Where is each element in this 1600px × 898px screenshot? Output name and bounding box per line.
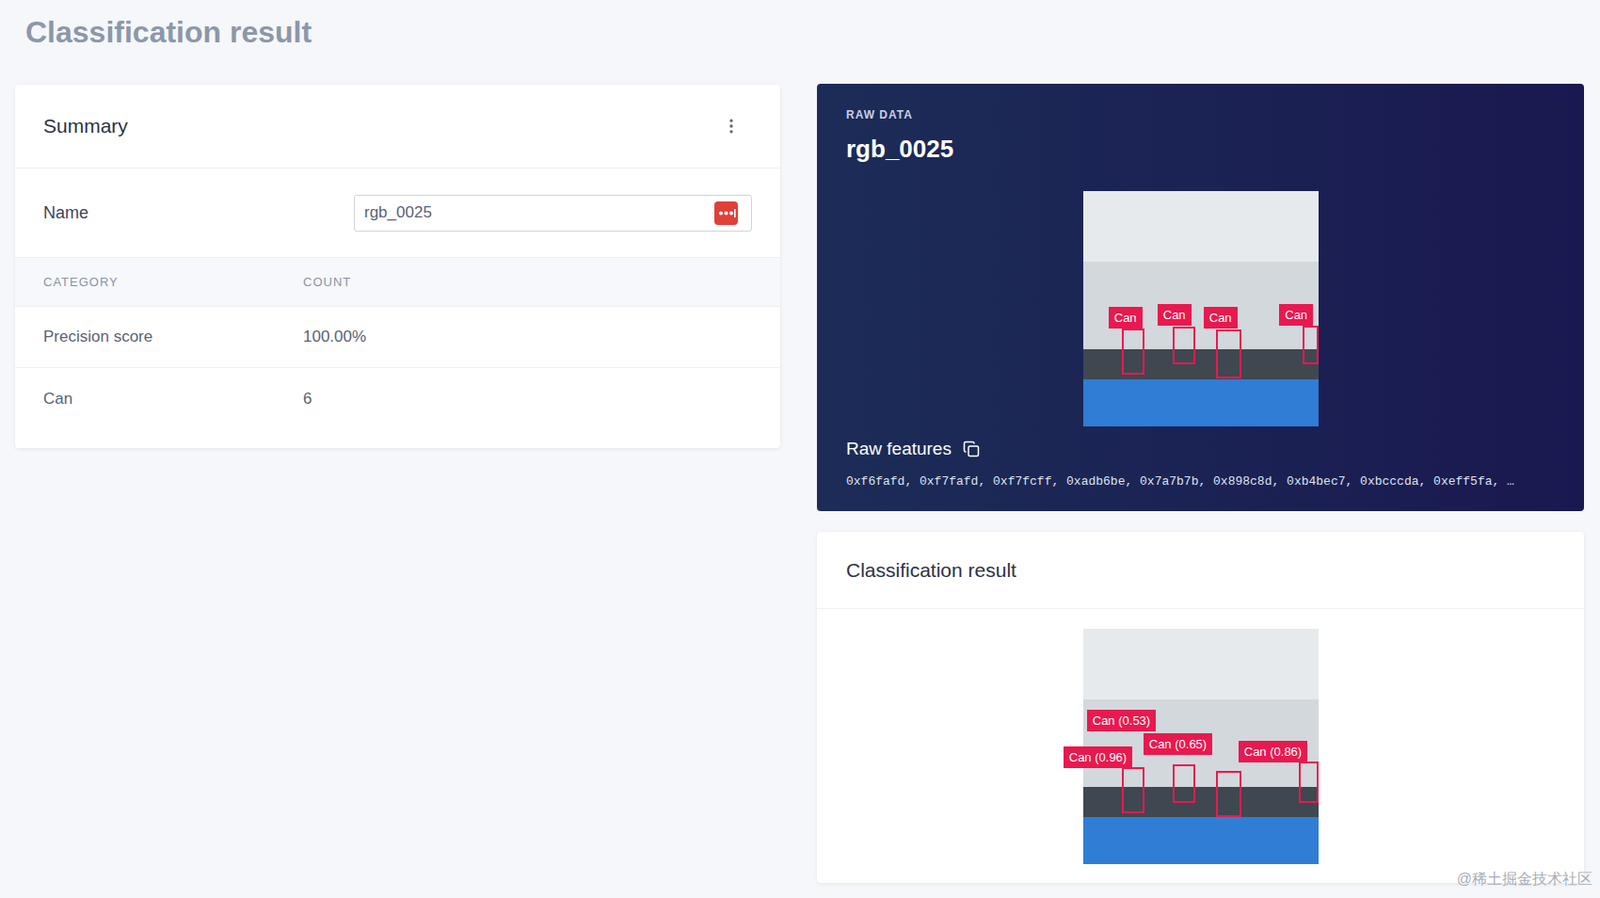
box-label: Can (0.96) — [1063, 746, 1133, 768]
bounding-box — [1302, 325, 1318, 365]
page: Classification resultSummaryNamergb_0025… — [0, 0, 1600, 898]
box-label: Can (0.86) — [1238, 740, 1308, 763]
raw-data-panel: RAW DATA rgb_0025 Can Can Can Can Raw features… — [816, 83, 1584, 512]
result-title: Classification result — [846, 555, 1017, 586]
box-label: Can — [1108, 306, 1143, 329]
password-manager-icon[interactable] — [714, 201, 738, 225]
box-label: Can — [1203, 306, 1238, 329]
raw-data-eyebrow: RAW DATA — [846, 107, 1555, 123]
page-title: Classification result — [25, 13, 1575, 51]
table-row: Can6 — [15, 368, 781, 430]
bounding-box — [1216, 770, 1242, 817]
name-label: Name — [43, 200, 354, 226]
name-field[interactable]: rgb_0025 — [353, 194, 752, 232]
raw-features-label: Raw features — [846, 435, 952, 464]
bounding-box — [1298, 761, 1319, 803]
bounding-box — [1172, 764, 1196, 803]
table-row: Precision score100.00% — [15, 306, 781, 368]
sample-image: Can (0.53)Can (0.65)Can (0.96)Can (0.86) — [1083, 628, 1319, 864]
box-label: Can — [1157, 304, 1192, 326]
copy-icon[interactable] — [962, 440, 980, 458]
bounding-box — [1216, 329, 1242, 379]
bounding-box — [1121, 328, 1145, 375]
raw-features-values: 0xf6fafd, 0xf7fafd, 0xf7fcff, 0xadb6be, … — [846, 472, 1555, 492]
result-card: Classification result Can (0.53)Can (0.65… — [816, 531, 1584, 883]
box-label: Can (0.65) — [1143, 733, 1213, 755]
bounding-box — [1172, 326, 1196, 365]
box-label: Can (0.53) — [1087, 709, 1156, 732]
bounding-box — [1121, 767, 1145, 814]
box-label: Can — [1279, 304, 1313, 326]
summary-title: Summary — [43, 111, 128, 142]
raw-data-title: rgb_0025 — [846, 133, 1555, 164]
more-icon[interactable] — [721, 116, 741, 136]
table-header: CATEGORYCOUNT — [15, 257, 781, 307]
watermark: @稀土掘金技术社区 — [1456, 867, 1593, 891]
sample-image: Can Can Can Can — [1083, 191, 1319, 427]
summary-card: Summary Namergb_0025 CATEGORYCOUNTPrecisio… — [15, 84, 781, 448]
